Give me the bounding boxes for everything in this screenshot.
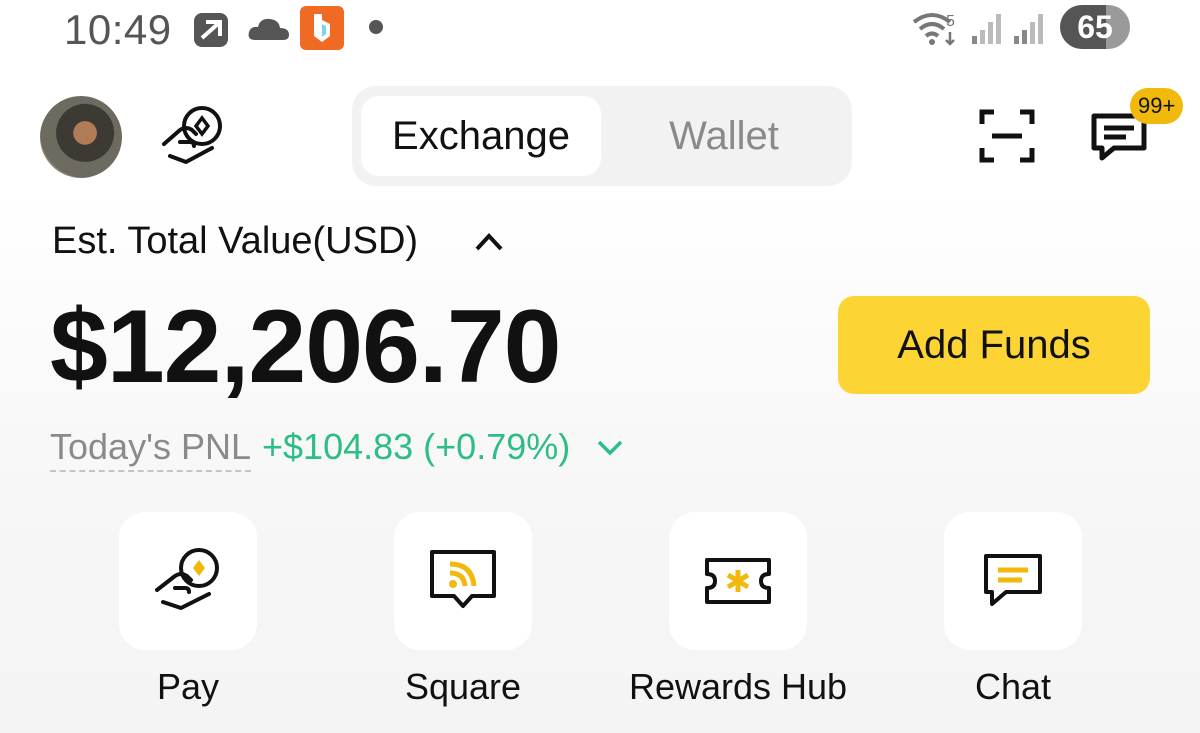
more-notifications-dot — [369, 20, 383, 34]
chat-icon — [984, 554, 1042, 606]
pay-icon — [155, 548, 219, 610]
square-icon — [430, 550, 496, 608]
chevron-down-icon[interactable] — [596, 438, 624, 458]
tab-wallet[interactable]: Wallet — [604, 96, 844, 176]
square-label: Square — [404, 666, 522, 707]
wifi-icon: 5 — [912, 13, 955, 46]
total-value-label[interactable]: Est. Total Value(USD) — [52, 220, 418, 263]
rewards-ticket-icon — [705, 558, 771, 604]
scan-icon[interactable] — [978, 108, 1036, 164]
exchange-wallet-tabs: Exchange Wallet — [352, 86, 852, 186]
avatar[interactable] — [40, 96, 122, 178]
total-balance: $12,206.70 — [50, 289, 562, 405]
pnl-label[interactable]: Today's PNL — [50, 426, 251, 472]
chat-action-button[interactable] — [944, 512, 1082, 650]
app-notification-icon — [300, 6, 344, 50]
pay-action-button[interactable] — [119, 512, 257, 650]
pay-icon[interactable] — [160, 104, 226, 166]
chevron-up-icon[interactable] — [472, 230, 506, 254]
rewards-hub-label: Rewards Hub — [628, 666, 848, 707]
notification-badge: 99+ — [1130, 88, 1184, 124]
signal-icon — [972, 14, 1001, 44]
battery-indicator: 65 — [1060, 5, 1130, 49]
pnl-value: +$104.83 (+0.79%) — [262, 426, 571, 467]
chat-label: Chat — [974, 666, 1052, 707]
signal-icon-secondary — [1014, 14, 1043, 44]
rewards-hub-action-button[interactable] — [669, 512, 807, 650]
pay-label: Pay — [156, 666, 220, 707]
tab-exchange[interactable]: Exchange — [361, 96, 601, 176]
svg-text:5: 5 — [946, 13, 955, 30]
status-bar: 10:49 5 65 — [0, 0, 1200, 60]
status-clock: 10:49 — [64, 6, 172, 53]
cloud-icon — [248, 18, 289, 40]
add-funds-button[interactable]: Add Funds — [838, 296, 1150, 394]
notification-box-icon — [194, 13, 228, 47]
square-action-button[interactable] — [394, 512, 532, 650]
